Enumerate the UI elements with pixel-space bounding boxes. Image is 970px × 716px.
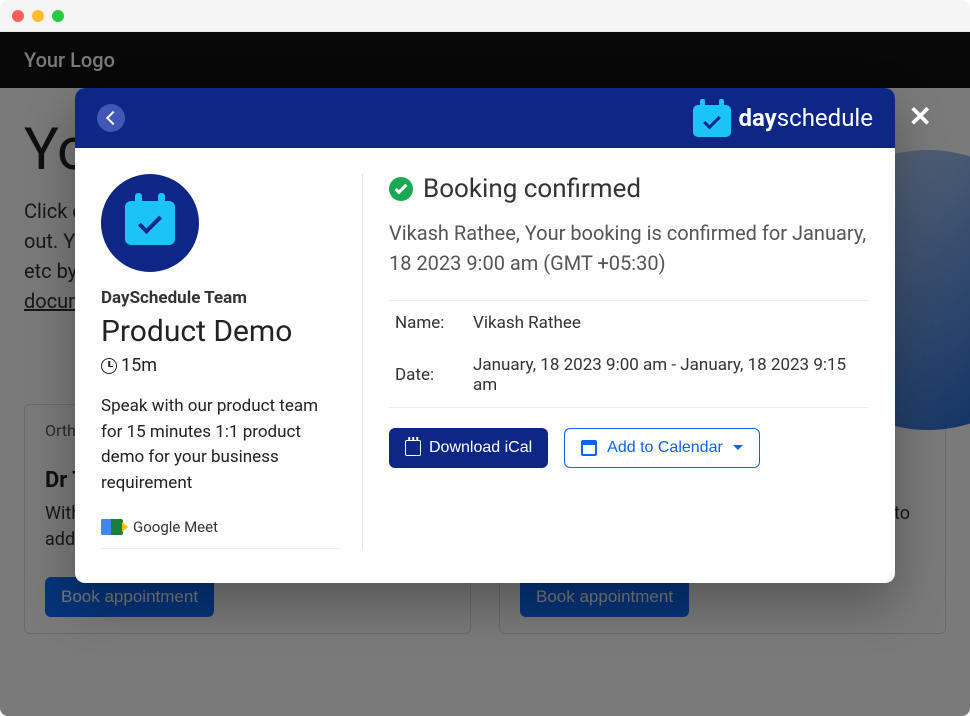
name-value: Vikash Rathee	[473, 303, 867, 343]
date-value: January, 18 2023 9:00 am - January, 18 2…	[473, 345, 867, 405]
chevron-down-icon	[733, 445, 743, 451]
brand-text: dayschedule	[739, 104, 874, 132]
duration-row: 15m	[101, 355, 340, 376]
confirmation-title: Booking confirmed	[423, 174, 641, 204]
date-label: Date:	[391, 345, 471, 405]
calendar-download-icon	[405, 440, 421, 456]
download-ical-button[interactable]: Download iCal	[389, 428, 548, 468]
name-label: Name:	[391, 303, 471, 343]
brand-icon	[693, 99, 731, 137]
modal-overlay[interactable]: ✕ dayschedule DaySchedule Team Product D…	[0, 32, 970, 716]
event-title: Product Demo	[101, 314, 340, 349]
modal-header: dayschedule	[75, 88, 895, 148]
close-icon[interactable]: ✕	[909, 100, 932, 133]
brand-logo: dayschedule	[693, 99, 874, 137]
arrow-left-icon	[105, 111, 119, 125]
event-info-panel: DaySchedule Team Product Demo 15m Speak …	[101, 174, 363, 549]
window-titlebar	[0, 0, 970, 32]
booking-modal: dayschedule DaySchedule Team Product Dem…	[75, 88, 895, 583]
confirmation-subtitle: Vikash Rathee, Your booking is confirmed…	[389, 218, 869, 278]
calendar-icon	[581, 440, 597, 456]
booking-details-table: Name: Vikash Rathee Date: January, 18 20…	[389, 300, 869, 408]
add-to-calendar-button[interactable]: Add to Calendar	[564, 428, 760, 468]
download-label: Download iCal	[429, 439, 532, 457]
meeting-platform-row: Google Meet	[101, 518, 340, 549]
team-name: DaySchedule Team	[101, 288, 340, 308]
duration-value: 15m	[121, 355, 157, 376]
confirmation-panel: Booking confirmed Vikash Rathee, Your bo…	[363, 174, 869, 549]
google-meet-icon	[101, 519, 123, 535]
window-minimize-dot[interactable]	[32, 10, 44, 22]
window-maximize-dot[interactable]	[52, 10, 64, 22]
clock-icon	[101, 358, 117, 374]
addcal-label: Add to Calendar	[607, 439, 723, 457]
check-circle-icon	[389, 177, 413, 201]
team-avatar	[101, 174, 199, 272]
platform-label: Google Meet	[133, 518, 218, 536]
window-close-dot[interactable]	[12, 10, 24, 22]
back-button[interactable]	[97, 104, 125, 132]
event-description: Speak with our product team for 15 minut…	[101, 394, 340, 496]
table-row: Date: January, 18 2023 9:00 am - January…	[391, 345, 867, 405]
table-row: Name: Vikash Rathee	[391, 303, 867, 343]
